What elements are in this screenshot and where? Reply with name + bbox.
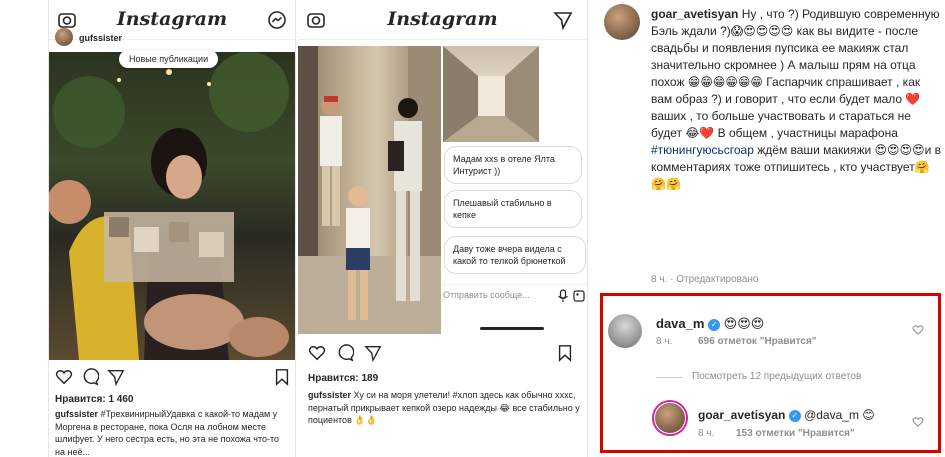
post-caption: gufssister #ТрехвинирныйУдавка с какой-т… — [55, 408, 291, 457]
street-photo[interactable] — [298, 46, 441, 334]
comment-meta: 8 ч. · Отредактировано — [651, 274, 759, 285]
restaurant-photo-illustration — [49, 52, 289, 360]
corridor-photo-illustration — [443, 46, 539, 142]
heart-icon[interactable] — [55, 368, 73, 386]
instagram-logo: Instagram — [116, 8, 228, 30]
app-header: Instagram — [298, 0, 587, 40]
new-posts-pill[interactable]: Новые публикации — [119, 50, 219, 68]
caption-username[interactable]: gufssister — [308, 390, 351, 400]
home-indicator — [480, 327, 544, 330]
bookmark-icon[interactable] — [273, 368, 291, 386]
dm-bubble: Даву тоже вчера видела с какой то телкой… — [444, 236, 586, 275]
post-actions — [308, 344, 574, 366]
likes-count[interactable]: Нравится: 1 460 — [55, 394, 133, 405]
corridor-photo[interactable] — [443, 46, 539, 142]
hashtag-link[interactable]: #тюнингуюсьсгоар — [651, 143, 754, 157]
comment-author[interactable]: goar_avetisyan — [651, 7, 738, 21]
story-post-panel-2: Instagram Мадам xxs в отеле Ялта Интурис… — [298, 0, 588, 457]
avatar[interactable] — [55, 28, 73, 46]
post-caption: gufssister Ху си на моря улетели! #хлоп … — [308, 389, 580, 427]
heart-icon[interactable] — [308, 344, 326, 362]
dm-bubble: Мадам xxs в отеле Ялта Интурист )) — [444, 146, 582, 185]
reply-input[interactable]: Отправить сообще... — [443, 290, 530, 300]
microphone-icon[interactable] — [557, 289, 569, 303]
main-comment: goar_avetisyan Ну , что ?) Родившую совр… — [651, 6, 941, 193]
comment-body: Ну , что ?) Родившую современную Бэль жд… — [651, 7, 940, 141]
reply-bar: Отправить сообще... — [441, 284, 587, 306]
messenger-icon[interactable] — [267, 10, 287, 30]
feed-post-panel-1: Instagram gufssister Новые публикации Нр… — [48, 0, 296, 457]
bookmark-icon[interactable] — [556, 344, 574, 362]
instagram-logo: Instagram — [387, 8, 498, 30]
street-photo-illustration — [298, 46, 441, 334]
post-username[interactable]: gufssister — [79, 33, 122, 43]
caption-username[interactable]: gufssister — [55, 409, 98, 419]
share-icon[interactable] — [107, 368, 125, 386]
highlight-box — [600, 293, 941, 453]
likes-count[interactable]: Нравится: 189 — [308, 373, 378, 384]
direct-message-icon[interactable] — [553, 10, 573, 30]
post-photo[interactable] — [49, 52, 295, 360]
avatar[interactable] — [604, 4, 640, 40]
image-icon[interactable] — [573, 289, 585, 303]
dm-bubble: Плешавый стабильно в кепке — [444, 190, 582, 229]
comment-icon[interactable] — [336, 344, 354, 362]
post-actions — [55, 368, 291, 390]
share-icon[interactable] — [364, 344, 382, 362]
comment-icon[interactable] — [81, 368, 99, 386]
